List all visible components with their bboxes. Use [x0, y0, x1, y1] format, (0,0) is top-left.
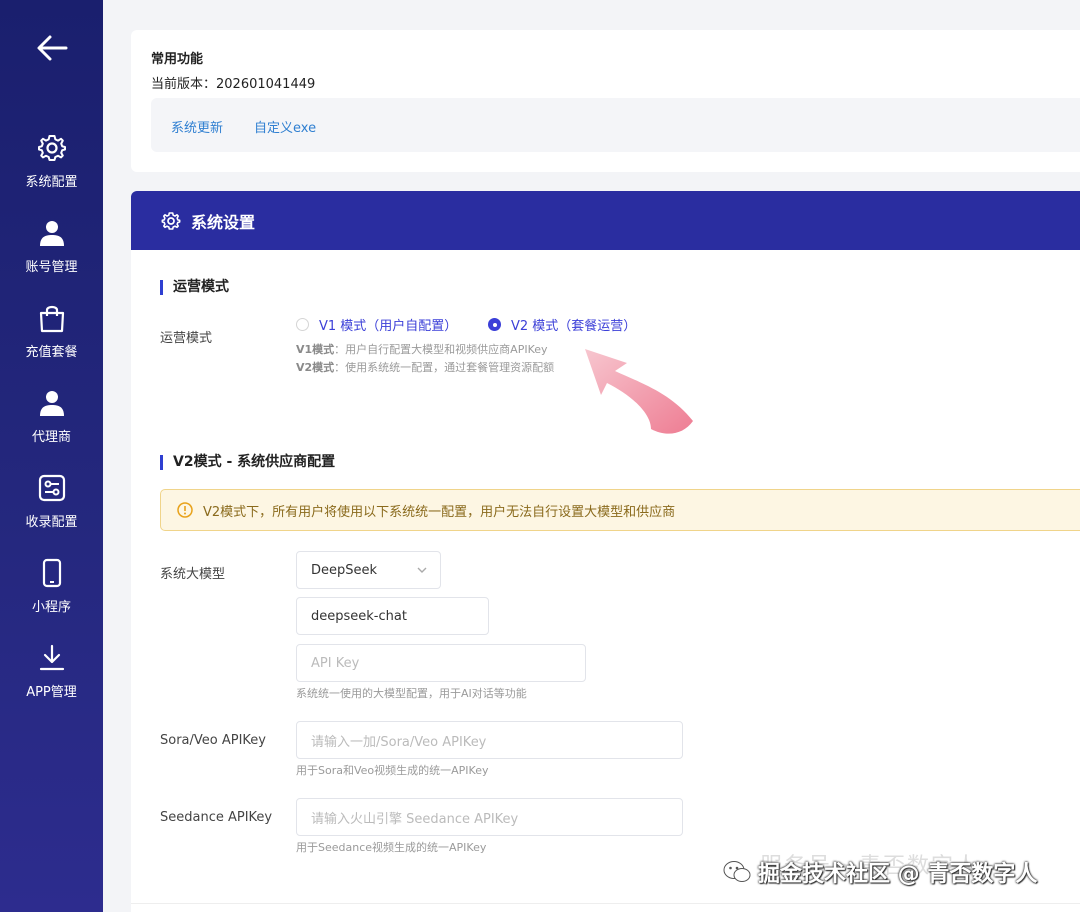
phone-icon — [37, 558, 67, 588]
sora-api-key-input[interactable]: 请输入一加/Sora/Veo APIKey — [296, 721, 683, 759]
sidebar-item-label: APP管理 — [26, 685, 77, 700]
user-icon — [37, 218, 67, 248]
custom-exe-link[interactable]: 自定义exe — [254, 117, 316, 136]
watermark: 掘金技术社区 @ 青否数字人 — [722, 852, 1037, 892]
sidebar-item-label: 系统配置 — [25, 175, 78, 190]
quick-links: 系统更新 自定义exe — [151, 98, 1080, 152]
warning-text: V2模式下，所有用户将使用以下系统统一配置，用户无法自行设置大模型和供应商 — [203, 504, 676, 520]
sidebar-item-recharge[interactable]: 充值套餐 — [0, 303, 103, 373]
version-text: 当前版本：202601041449 — [151, 77, 316, 92]
divider — [131, 903, 1080, 904]
annotation-arrow-icon — [585, 349, 693, 434]
llm-label: 系统大模型 — [160, 567, 226, 582]
sidebar: 系统配置 账号管理 充值套餐 代理商 收录配置 小程序 APP管理 — [0, 0, 103, 912]
shopping-bag-icon — [37, 303, 67, 333]
radio-label: V2 模式（套餐运营） — [511, 319, 637, 334]
wechat-icon — [722, 859, 752, 885]
radio-label: V1 模式（用户自配置） — [319, 319, 458, 334]
llm-api-key-input[interactable]: API Key — [296, 644, 586, 682]
sidebar-item-label: 小程序 — [31, 600, 71, 615]
sidebar-item-mini-program[interactable]: 小程序 — [0, 558, 103, 628]
radio-dot-selected — [488, 318, 501, 331]
section-title-v2: V2模式 - 系统供应商配置 — [160, 455, 335, 470]
sora-help-text: 用于Sora和Veo视频生成的统一APIKey — [296, 764, 489, 777]
common-functions-card: 常用功能 当前版本：202601041449 系统更新 自定义exe — [131, 30, 1080, 172]
hint-v2: V2模式：使用系统统一配置，通过套餐管理资源配额 — [296, 361, 555, 374]
sora-label: Sora/Veo APIKey — [160, 733, 266, 748]
llm-help-text: 系统统一使用的大模型配置，用于AI对话等功能 — [296, 687, 527, 700]
system-update-link[interactable]: 系统更新 — [171, 117, 223, 136]
select-value: DeepSeek — [311, 562, 378, 578]
hint-v1: V1模式：用户自行配置大模型和视频供应商APIKey — [296, 343, 548, 356]
gear-icon — [161, 211, 181, 230]
sidebar-item-system-config[interactable]: 系统配置 — [0, 133, 103, 203]
watermark-text: 掘金技术社区 @ 青否数字人 — [758, 862, 1038, 887]
seedance-label: Seedance APIKey — [160, 810, 273, 825]
gear-icon — [37, 133, 67, 163]
warning-banner: V2模式下，所有用户将使用以下系统统一配置，用户无法自行设置大模型和供应商 — [160, 489, 1080, 531]
download-icon — [37, 643, 67, 673]
system-settings-card: 系统设置 运营模式 运营模式 V1 模式（用户自配置） V2 模式（套餐运营） … — [131, 191, 1080, 912]
sidebar-item-label: 账号管理 — [25, 260, 78, 275]
back-button[interactable] — [34, 30, 70, 66]
sidebar-item-app-manage[interactable]: APP管理 — [0, 643, 103, 713]
chevron-down-icon — [417, 567, 427, 573]
llm-model-input[interactable]: deepseek-chat — [296, 597, 489, 635]
radio-v2-mode[interactable]: V2 模式（套餐运营） — [488, 315, 636, 334]
user-icon — [37, 388, 67, 418]
card-header: 系统设置 — [131, 191, 1080, 250]
sidebar-item-label: 代理商 — [31, 430, 71, 445]
mode-label: 运营模式 — [160, 331, 213, 346]
section-title-mode: 运营模式 — [160, 280, 229, 295]
seedance-api-key-input[interactable]: 请输入火山引擎 Seedance APIKey — [296, 798, 683, 836]
radio-v1-mode[interactable]: V1 模式（用户自配置） — [296, 315, 457, 334]
radio-dot — [296, 318, 309, 331]
sidebar-item-label: 收录配置 — [25, 515, 78, 530]
seedance-help-text: 用于Seedance视频生成的统一APIKey — [296, 841, 487, 854]
page-title: 系统设置 — [191, 212, 256, 232]
sidebar-item-agents[interactable]: 代理商 — [0, 388, 103, 458]
warning-icon — [177, 502, 193, 518]
sidebar-item-label: 充值套餐 — [25, 345, 78, 360]
settings-sliders-icon — [37, 473, 67, 503]
arrow-left-icon — [37, 35, 68, 61]
llm-provider-select[interactable]: DeepSeek — [296, 551, 441, 589]
card-title: 常用功能 — [151, 52, 204, 67]
sidebar-item-accounts[interactable]: 账号管理 — [0, 218, 103, 288]
sidebar-item-collect-config[interactable]: 收录配置 — [0, 473, 103, 543]
